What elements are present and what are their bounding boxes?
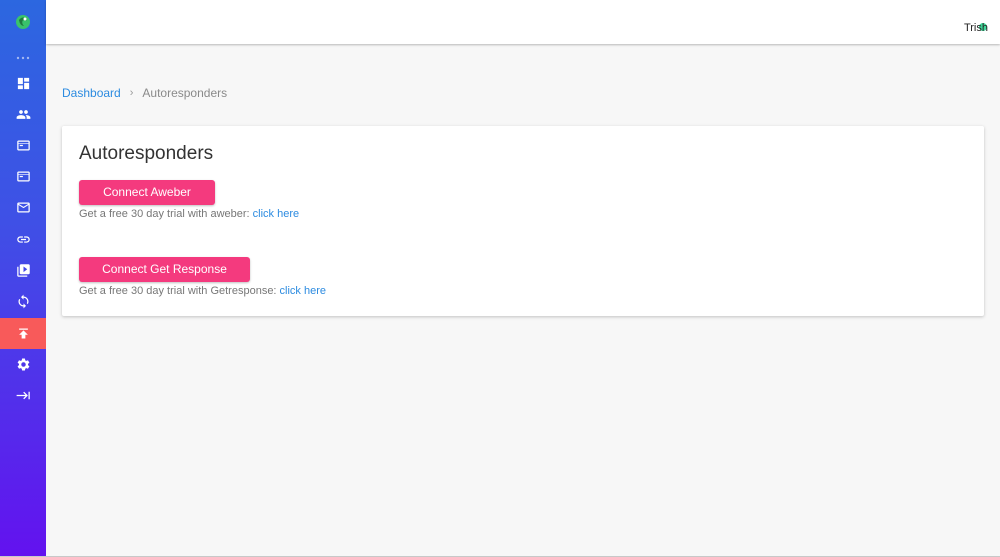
dashboard-icon: [17, 77, 29, 90]
sync-icon: [18, 294, 28, 309]
breadcrumb-dashboard-link[interactable]: Dashboard: [62, 86, 121, 100]
nav-links[interactable]: [0, 224, 46, 255]
nav-templates[interactable]: [0, 161, 46, 192]
page-title: Autoresponders: [79, 143, 214, 164]
link-icon: [16, 236, 30, 243]
upload-icon: [18, 328, 28, 339]
browser-window-icon: [16, 171, 30, 182]
collapse-sidebar-icon: [16, 391, 30, 400]
nav-mail[interactable]: [0, 192, 46, 223]
users-icon: [16, 110, 30, 119]
mail-icon: [16, 202, 30, 213]
connect-aweber-button[interactable]: Connect Aweber: [79, 180, 215, 205]
user-name[interactable]: Trish: [964, 22, 988, 34]
getresponse-trial-text: Get a free 30 day trial with Getresponse…: [79, 285, 326, 298]
nav-sync[interactable]: [0, 286, 46, 317]
nav-pages[interactable]: [0, 130, 46, 161]
nav-videos[interactable]: [0, 255, 46, 286]
logo-icon: [16, 15, 30, 29]
app-logo[interactable]: [0, 0, 46, 44]
connect-getresponse-button[interactable]: Connect Get Response: [79, 257, 250, 282]
nav-dashboard[interactable]: [0, 68, 46, 99]
aweber-trial-label: Get a free 30 day trial with aweber:: [79, 208, 253, 220]
browser-window-icon: [16, 140, 30, 151]
aweber-trial-link[interactable]: click here: [253, 208, 299, 220]
video-library-icon: [16, 264, 30, 277]
gear-icon: [17, 358, 29, 371]
breadcrumb-current: Autoresponders: [142, 86, 228, 100]
nav-settings[interactable]: [0, 349, 46, 380]
sidebar: [0, 0, 46, 557]
getresponse-trial-link[interactable]: click here: [280, 285, 326, 297]
breadcrumb-separator: ›: [129, 87, 134, 99]
nav-autoresponders[interactable]: [0, 318, 46, 349]
more-dots-icon: [0, 52, 46, 64]
aweber-trial-text: Get a free 30 day trial with aweber: cli…: [79, 208, 299, 221]
top-header: Trish: [46, 0, 1000, 44]
nav-collapse[interactable]: [0, 380, 46, 411]
autoresponders-card: Autoresponders Connect Aweber Get a free…: [62, 126, 984, 316]
getresponse-trial-label: Get a free 30 day trial with Getresponse…: [79, 285, 280, 297]
nav-users[interactable]: [0, 99, 46, 130]
breadcrumb: Dashboard › Autoresponders: [62, 86, 227, 100]
